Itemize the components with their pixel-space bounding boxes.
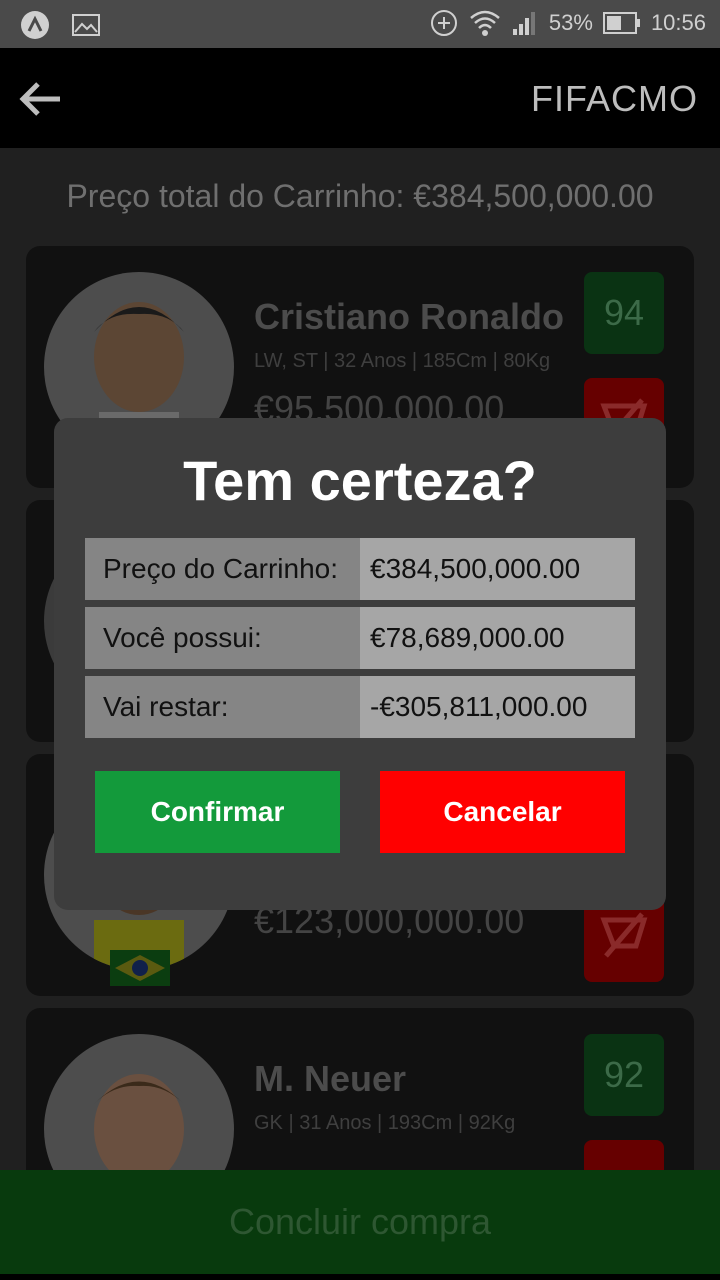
cart-total: Preço total do Carrinho: €384,500,000.00 (66, 178, 654, 214)
back-arrow-icon[interactable] (16, 74, 66, 124)
player-rating: 92 (584, 1034, 664, 1116)
nationality-flag-icon (110, 950, 170, 986)
confirm-button[interactable]: Confirmar (95, 771, 340, 853)
data-saver-icon (430, 10, 457, 36)
checkout-button[interactable]: Concluir compra (0, 1170, 720, 1274)
status-right: 53% 10:56 (429, 8, 706, 38)
player-name: Cristiano Ronaldo (254, 296, 565, 337)
app-logo-icon (21, 11, 49, 39)
player-rating: 94 (584, 272, 664, 354)
summary-row: Vai restar: -€305,811,000.00 (85, 676, 635, 738)
player-info: GK | 31 Anos | 193Cm | 92Kg (254, 1112, 516, 1134)
image-icon (72, 14, 100, 36)
summary-label: Preço do Carrinho: (85, 538, 360, 600)
confirm-dialog: Tem certeza? Preço do Carrinho: €384,500… (54, 418, 666, 910)
wifi-icon (470, 10, 500, 36)
battery-icon (602, 12, 640, 34)
battery-percent: 53% (548, 10, 593, 35)
clock: 10:56 (650, 10, 706, 35)
summary-row: Preço do Carrinho: €384,500,000.00 (85, 538, 635, 600)
cancel-button[interactable]: Cancelar (380, 771, 625, 853)
player-info: LW, ST | 32 Anos | 185Cm | 80Kg (254, 350, 551, 372)
remove-from-cart-button[interactable] (584, 1140, 664, 1170)
status-left-icons (20, 10, 100, 40)
summary-value: -€305,811,000.00 (360, 676, 635, 738)
summary-label: Você possui: (85, 607, 360, 669)
app-title: FIFACMO (531, 78, 698, 119)
player-card: M. Neuer GK | 31 Anos | 193Cm | 92Kg 92 (26, 1008, 694, 1170)
player-avatar (44, 1034, 234, 1170)
summary-row: Você possui: €78,689,000.00 (85, 607, 635, 669)
status-bar: 53% 10:56 (0, 0, 720, 48)
bottom-edge (0, 1274, 720, 1280)
summary-value: €384,500,000.00 (360, 538, 635, 600)
signal-icon (512, 12, 535, 35)
dialog-title: Tem certeza? (183, 449, 537, 512)
summary-value: €78,689,000.00 (360, 607, 635, 669)
player-name: M. Neuer (254, 1058, 407, 1099)
app-bar: FIFACMO (0, 48, 720, 148)
summary-label: Vai restar: (85, 676, 360, 738)
